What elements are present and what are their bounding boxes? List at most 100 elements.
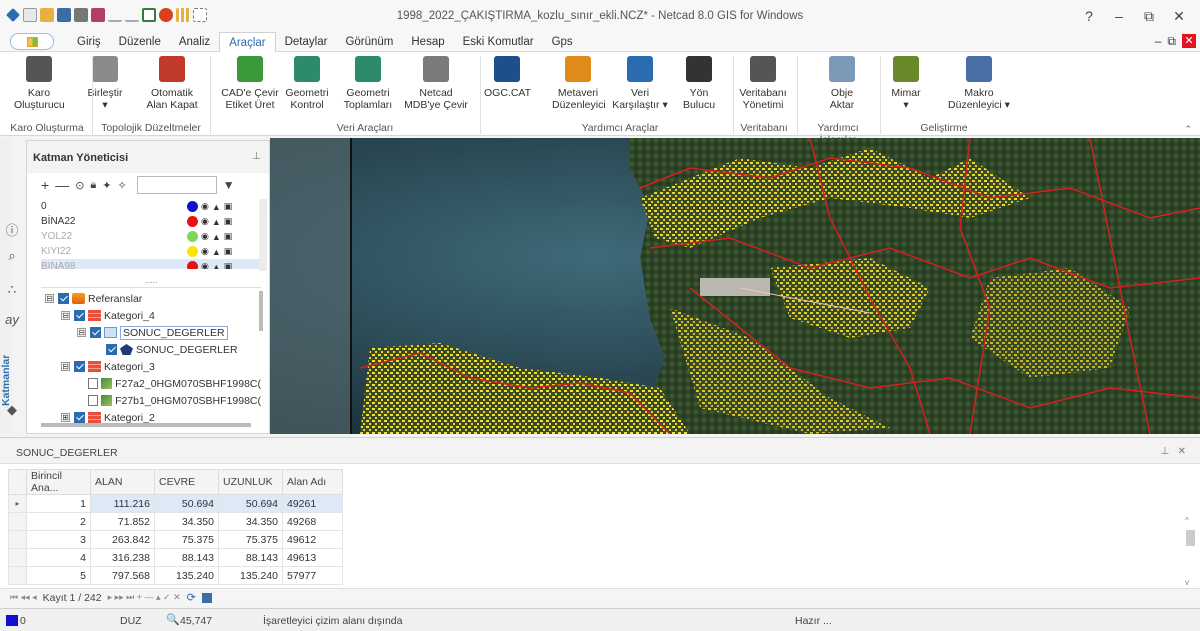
ribbon-button-mimar[interactable]: Mimar ▾ [888, 56, 924, 111]
ribbon-button-makro-d-zenleyici[interactable]: Makro Düzenleyici ▾ [944, 56, 1014, 111]
tree-checkbox[interactable] [106, 344, 117, 355]
cell-cevre[interactable]: 34.350 [154, 512, 219, 531]
cell-uzunluk[interactable]: 135.240 [218, 566, 283, 585]
layer-row[interactable]: BİNA22 ◉ ▲ ▣ [41, 214, 267, 229]
tree-item[interactable]: SONUC_DEGERLER [41, 341, 261, 358]
filter-icon[interactable]: ▼ [223, 178, 235, 192]
tree-item[interactable]: ⊟ Kategori_4 [41, 307, 261, 324]
tree-checkbox[interactable] [74, 412, 85, 423]
tree-item[interactable]: ⊟ SONUC_DEGERLER [41, 324, 261, 341]
cell-marker[interactable] [8, 566, 27, 585]
scroll-up-icon[interactable]: ^ [1185, 516, 1189, 525]
current-color-swatch[interactable] [6, 615, 18, 626]
restore-button[interactable]: ⧉ [1134, 6, 1164, 26]
column-header[interactable] [8, 469, 27, 495]
lock-icon[interactable]: ▲ [212, 247, 221, 257]
ribbon-button-veri-kar-la-t-r[interactable]: Veri Karşılaştır ▾ [612, 56, 668, 111]
minimize-button[interactable]: – [1104, 6, 1134, 26]
cell-cevre[interactable]: 88.143 [154, 548, 219, 567]
visibility-toggle-icon[interactable]: ⊙ [75, 179, 84, 192]
cell-uzunluk[interactable]: 50.694 [218, 494, 283, 513]
ribbon-button-metaveri-d-zenleyici[interactable]: Metaveri Düzenleyici [552, 56, 606, 111]
tree-expander[interactable]: ⊟ [61, 362, 70, 371]
cell-marker[interactable] [8, 548, 27, 567]
visibility-icon[interactable]: ◉ [201, 246, 209, 257]
cell-alan[interactable]: 797.568 [90, 566, 155, 585]
ribbon-button-karo-olu-turucu[interactable]: Karo Oluşturucu [14, 56, 65, 111]
tab-g-r-n-m[interactable]: Görünüm [336, 32, 402, 52]
tab-analiz[interactable]: Analiz [170, 32, 219, 52]
ribbon-button-netcad-mdb-ye-evir[interactable]: Netcad MDB'ye Çevir [403, 56, 469, 111]
pin-icon[interactable]: ⊥ [1161, 446, 1170, 457]
table-row[interactable]: 2 71.852 34.350 34.350 49268 [8, 512, 343, 531]
tab-ara-lar[interactable]: Araçlar [219, 32, 276, 52]
refresh-icon[interactable]: ⟳ [187, 591, 196, 604]
cell-ad[interactable]: 49268 [282, 512, 343, 531]
layer-color-swatch[interactable] [187, 231, 198, 242]
cell-id[interactable]: 5 [26, 566, 91, 585]
cell-cevre[interactable]: 75.375 [154, 530, 219, 549]
cell-ad[interactable]: 49612 [282, 530, 343, 549]
search-tab-icon[interactable]: ⌕ [4, 248, 20, 264]
visibility-icon[interactable]: ◉ [201, 216, 209, 227]
layer-row[interactable]: YOL22 ◉ ▲ ▣ [41, 229, 267, 244]
save-icon[interactable] [201, 592, 212, 603]
nav-edit-buttons[interactable]: ▸ ▸▸ ⏭ + — ▴ ✓ ✕ [108, 592, 181, 603]
tree-item[interactable]: F27b1_0HGM070SBHF1998C( [41, 392, 261, 409]
cell-uzunluk[interactable]: 34.350 [218, 512, 283, 531]
tab-eski-komutlar[interactable]: Eski Komutlar [454, 32, 543, 52]
tree-checkbox[interactable] [58, 293, 69, 304]
print-icon[interactable]: ▣ [224, 201, 233, 212]
splitter-grip[interactable]: ..... [145, 275, 158, 285]
cell-alan[interactable]: 316.238 [90, 548, 155, 567]
points-tab-icon[interactable]: ∴ [4, 282, 20, 298]
ribbon-button-birle-tir[interactable]: Birleştir ▾ [80, 56, 130, 111]
document-close-button[interactable]: ✕ [1182, 34, 1196, 48]
draw-mode[interactable]: DUZ [120, 615, 142, 627]
cell-marker[interactable]: ▸ [8, 494, 27, 513]
tree-expander[interactable]: ⊟ [77, 328, 86, 337]
table-row[interactable]: 5 797.568 135.240 135.240 57977 [8, 566, 343, 585]
table-row[interactable]: ▸ 1 111.216 50.694 50.694 49261 [8, 494, 343, 513]
layer-color-swatch[interactable] [187, 261, 198, 269]
tab-d-zenle[interactable]: Düzenle [110, 32, 170, 52]
tab-giri-[interactable]: Giriş [68, 32, 110, 52]
cell-ad[interactable]: 49613 [282, 548, 343, 567]
application-menu-button[interactable] [10, 33, 54, 50]
close-icon[interactable]: ✕ [1178, 446, 1186, 457]
info-tab-icon[interactable]: ⓘ [4, 220, 20, 239]
pin-icon[interactable]: ⊥ [252, 151, 261, 162]
tree-expander[interactable]: ⊟ [61, 311, 70, 320]
tab-gps[interactable]: Gps [543, 32, 582, 52]
lock-icon[interactable]: ▲ [212, 217, 221, 227]
scroll-thumb[interactable] [1186, 530, 1195, 546]
ribbon-button-ogc-cat[interactable]: OGC.CAT [484, 56, 531, 99]
tree-horizontal-scrollbar[interactable] [41, 423, 251, 427]
layer-color-swatch[interactable] [187, 216, 198, 227]
layer-row[interactable]: 0 ◉ ▲ ▣ [41, 199, 267, 214]
document-minimize-button[interactable]: – [1155, 34, 1162, 49]
print-icon[interactable]: ▣ [224, 261, 233, 269]
print-icon[interactable]: ▣ [224, 246, 233, 257]
ribbon-button-cad-e-evir-etiket-ret[interactable]: CAD'e Çevir Etiket Üret [220, 56, 280, 111]
column-header[interactable]: Birincil Ana... [26, 469, 91, 495]
lock-icon[interactable]: ▲ [212, 202, 221, 212]
layer-list-scrollbar[interactable] [259, 199, 267, 271]
layer-color-swatch[interactable] [187, 201, 198, 212]
text-tab-icon[interactable]: ay [4, 312, 20, 327]
cell-cevre[interactable]: 50.694 [154, 494, 219, 513]
tree-checkbox[interactable] [90, 327, 101, 338]
tree-expander[interactable]: ⊞ [61, 413, 70, 422]
cell-uzunluk[interactable]: 75.375 [218, 530, 283, 549]
column-header[interactable]: Alan Adı [282, 469, 343, 495]
ribbon-button-geometri-kontrol[interactable]: Geometri Kontrol [283, 56, 331, 111]
ribbon-button-y-n-bulucu[interactable]: Yön Bulucu [677, 56, 721, 111]
grid-vertical-scrollbar[interactable]: ^ v [1184, 514, 1196, 598]
tree-checkbox[interactable] [88, 395, 98, 406]
cell-cevre[interactable]: 135.240 [154, 566, 219, 585]
cell-alan[interactable]: 71.852 [90, 512, 155, 531]
ribbon-button-geometri-toplamlar[interactable]: Geometri Toplamları [342, 56, 394, 111]
visibility-icon[interactable]: ◉ [201, 231, 209, 242]
ribbon-button-obje-aktar[interactable]: Obje Aktar [812, 56, 872, 111]
layer-color-swatch[interactable] [187, 246, 198, 257]
